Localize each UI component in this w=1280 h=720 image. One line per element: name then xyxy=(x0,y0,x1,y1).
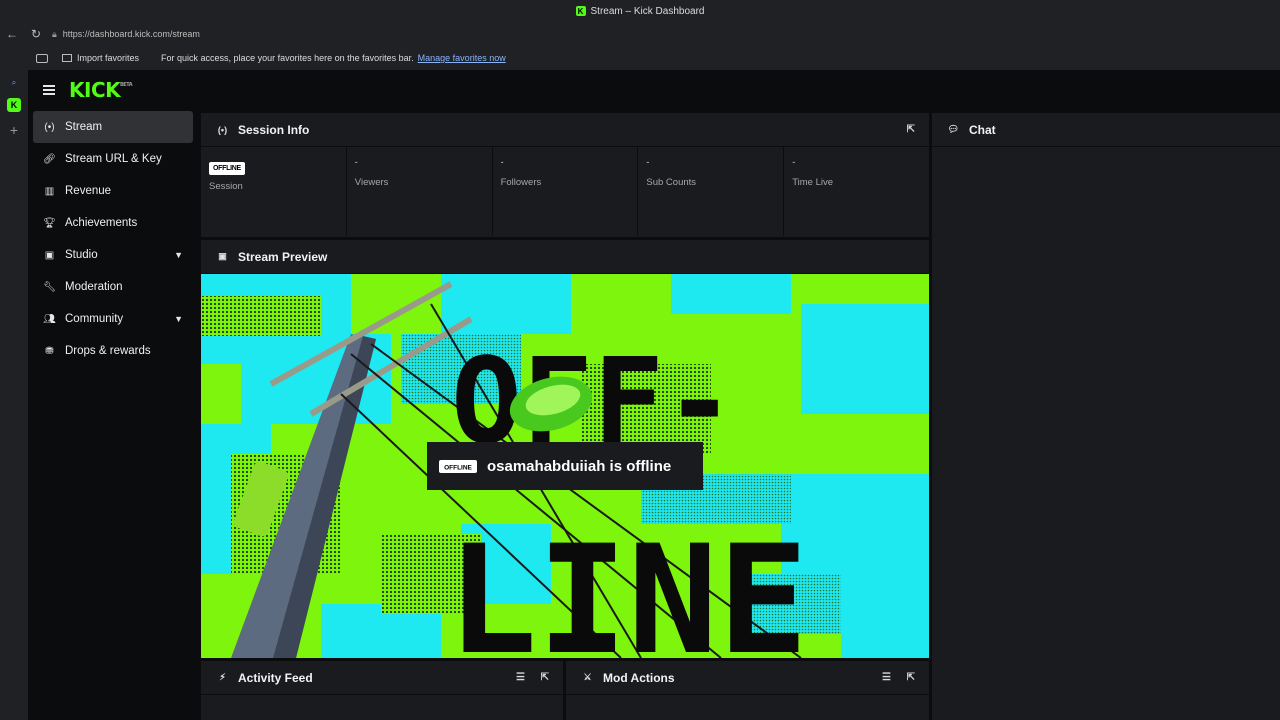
stat-value: - xyxy=(354,157,358,167)
offline-artwork: OFF- LINE OFFLINE osamahabduiiah is offl… xyxy=(201,274,929,658)
panel-title: Stream Preview xyxy=(238,249,328,264)
panel-title: Session Info xyxy=(238,122,310,137)
stat-sub-counts: - Sub Counts xyxy=(638,147,785,236)
stat-value: - xyxy=(646,157,650,167)
sidebar-item-label: Studio xyxy=(65,249,98,261)
window-title: Stream – Kick Dashboard xyxy=(590,5,705,17)
filter-icon[interactable]: ☰ xyxy=(516,672,525,683)
import-favorites-button[interactable]: Import favorites xyxy=(62,53,139,63)
stream-preview-header: ▣ Stream Preview xyxy=(201,240,929,274)
sidebar-item-label: Drops & rewards xyxy=(65,345,151,357)
stat-value: - xyxy=(792,157,796,167)
top-navigation: KICK BETA xyxy=(28,70,1280,110)
back-arrow-icon[interactable]: ← xyxy=(0,22,24,46)
tab-actions-icon[interactable] xyxy=(36,53,48,63)
bar-chart-icon: ▥ xyxy=(44,185,55,197)
sidebar-item-label: Stream URL & Key xyxy=(65,153,162,165)
import-icon xyxy=(62,54,72,62)
activity-feed-panel: ⚡︎ Activity Feed ☰ ⇱ xyxy=(201,661,563,720)
sidebar-item-achievements[interactable]: 🏆︎ Achievements xyxy=(33,207,193,239)
session-info-header: (•) Session Info ⇱ xyxy=(201,113,929,147)
lightning-icon: ⚡︎ xyxy=(219,672,226,682)
stat-label: Session xyxy=(209,181,243,192)
sidebar-item-label: Moderation xyxy=(65,281,123,293)
sidebar-item-label: Achievements xyxy=(65,217,138,229)
window-titlebar: K Stream – Kick Dashboard xyxy=(0,0,1280,22)
broadcast-icon: (•) xyxy=(217,124,228,135)
lock-icon: 🔒︎ xyxy=(52,28,57,39)
new-tab-icon[interactable]: + xyxy=(10,122,18,138)
sidebar-item-label: Community xyxy=(65,313,124,325)
sidebar-item-studio[interactable]: ▣ Studio ▼ xyxy=(33,239,193,271)
trophy-icon: 🏆︎ xyxy=(43,217,56,229)
popout-icon[interactable]: ⇱ xyxy=(907,672,915,683)
sidebar-item-stream-url-key[interactable]: 🔗︎ Stream URL & Key xyxy=(33,143,193,175)
stream-preview-panel: ▣ Stream Preview OFF- LINE OFFLINE osama… xyxy=(201,240,929,658)
kick-tab-icon[interactable]: K xyxy=(7,98,21,112)
popout-icon[interactable]: ⇱ xyxy=(541,672,549,683)
sidebar-item-revenue[interactable]: ▥ Revenue xyxy=(33,175,193,207)
stat-followers: - Followers xyxy=(493,147,639,236)
sidebar-item-drops-rewards[interactable]: ⛃ Drops & rewards xyxy=(33,335,193,367)
panel-title: Mod Actions xyxy=(603,670,675,685)
session-info-panel: (•) Session Info ⇱ OFFLINE Session - Vie… xyxy=(201,113,929,237)
community-icon: 👥︎ xyxy=(43,313,56,325)
chevron-down-icon: ▼ xyxy=(174,250,183,260)
status-badge: OFFLINE xyxy=(209,162,245,175)
stat-time-live: - Time Live xyxy=(784,147,929,236)
popout-icon[interactable]: ⇱ xyxy=(907,124,915,135)
sidebar-item-label: Stream xyxy=(65,121,103,133)
url-text: https://dashboard.kick.com/stream xyxy=(62,29,200,39)
logo-text: KICK xyxy=(69,78,121,102)
chat-bubble-icon: 💬︎ xyxy=(947,124,960,134)
menu-icon[interactable] xyxy=(43,85,55,95)
stat-label: Viewers xyxy=(354,177,389,188)
activity-feed-header: ⚡︎ Activity Feed ☰ ⇱ xyxy=(201,661,563,695)
preview-icon: ▣ xyxy=(218,251,227,261)
panel-title: Chat xyxy=(969,122,996,137)
sidebar-item-community[interactable]: 👥︎ Community ▼ xyxy=(33,303,193,335)
stat-value: - xyxy=(500,157,504,167)
address-bar-row: ← ↻ 🔒︎ https://dashboard.kick.com/stream xyxy=(0,22,1280,46)
session-stats: OFFLINE Session - Viewers - Followers - … xyxy=(201,147,929,236)
chevron-down-icon: ▼ xyxy=(174,314,183,324)
drops-icon: ⛃ xyxy=(45,345,54,357)
favorites-message: For quick access, place your favorites h… xyxy=(161,53,414,63)
beta-tag: BETA xyxy=(120,82,133,88)
link-icon: 🔗︎ xyxy=(43,153,56,165)
kick-logo[interactable]: KICK BETA xyxy=(69,78,133,102)
search-tabs-icon[interactable]: ⌕ xyxy=(12,78,16,88)
import-favorites-label: Import favorites xyxy=(77,53,140,63)
chat-panel: 💬︎ Chat xyxy=(932,113,1280,720)
sword-icon: ⚔︎ xyxy=(583,672,592,682)
refresh-icon[interactable]: ↻ xyxy=(24,22,48,46)
chat-header: 💬︎ Chat xyxy=(932,113,1280,147)
manage-favorites-link[interactable]: Manage favorites now xyxy=(418,53,506,63)
stat-session: OFFLINE Session xyxy=(201,147,347,236)
sidebar-item-label: Revenue xyxy=(65,185,112,197)
stream-preview-video[interactable]: OFF- LINE OFFLINE osamahabduiiah is offl… xyxy=(201,274,929,658)
wrench-icon: 🔧︎ xyxy=(43,281,56,293)
preview-status-badge: OFFLINE xyxy=(444,465,472,472)
mod-actions-header: ⚔︎ Mod Actions ☰ ⇱ xyxy=(566,661,929,695)
stat-viewers: - Viewers xyxy=(347,147,493,236)
filter-icon[interactable]: ☰ xyxy=(882,672,891,683)
url-field[interactable]: 🔒︎ https://dashboard.kick.com/stream xyxy=(52,25,1280,43)
studio-icon: ▣ xyxy=(44,249,55,261)
vertical-tabs: ⌕ K + xyxy=(0,70,28,720)
sidebar-item-stream[interactable]: (•) Stream xyxy=(33,111,193,143)
broadcast-icon: (•) xyxy=(44,121,55,133)
panel-title: Activity Feed xyxy=(238,670,313,685)
kick-favicon-icon: K xyxy=(575,6,586,16)
mod-actions-panel: ⚔︎ Mod Actions ☰ ⇱ xyxy=(566,661,929,720)
sidebar: (•) Stream 🔗︎ Stream URL & Key ▥ Revenue… xyxy=(28,110,198,720)
stat-label: Sub Counts xyxy=(646,177,697,188)
kick-dashboard: KICK BETA (•) Stream 🔗︎ Stream URL & Key … xyxy=(28,70,1280,720)
offline-message: osamahabduiiah is offline xyxy=(487,458,671,475)
sidebar-item-moderation[interactable]: 🔧︎ Moderation xyxy=(33,271,193,303)
art-text-bottom: LINE xyxy=(447,514,808,658)
favorites-bar: ⌄ Import favorites For quick access, pla… xyxy=(0,46,1280,113)
stat-label: Followers xyxy=(500,177,542,188)
stat-label: Time Live xyxy=(792,177,834,188)
